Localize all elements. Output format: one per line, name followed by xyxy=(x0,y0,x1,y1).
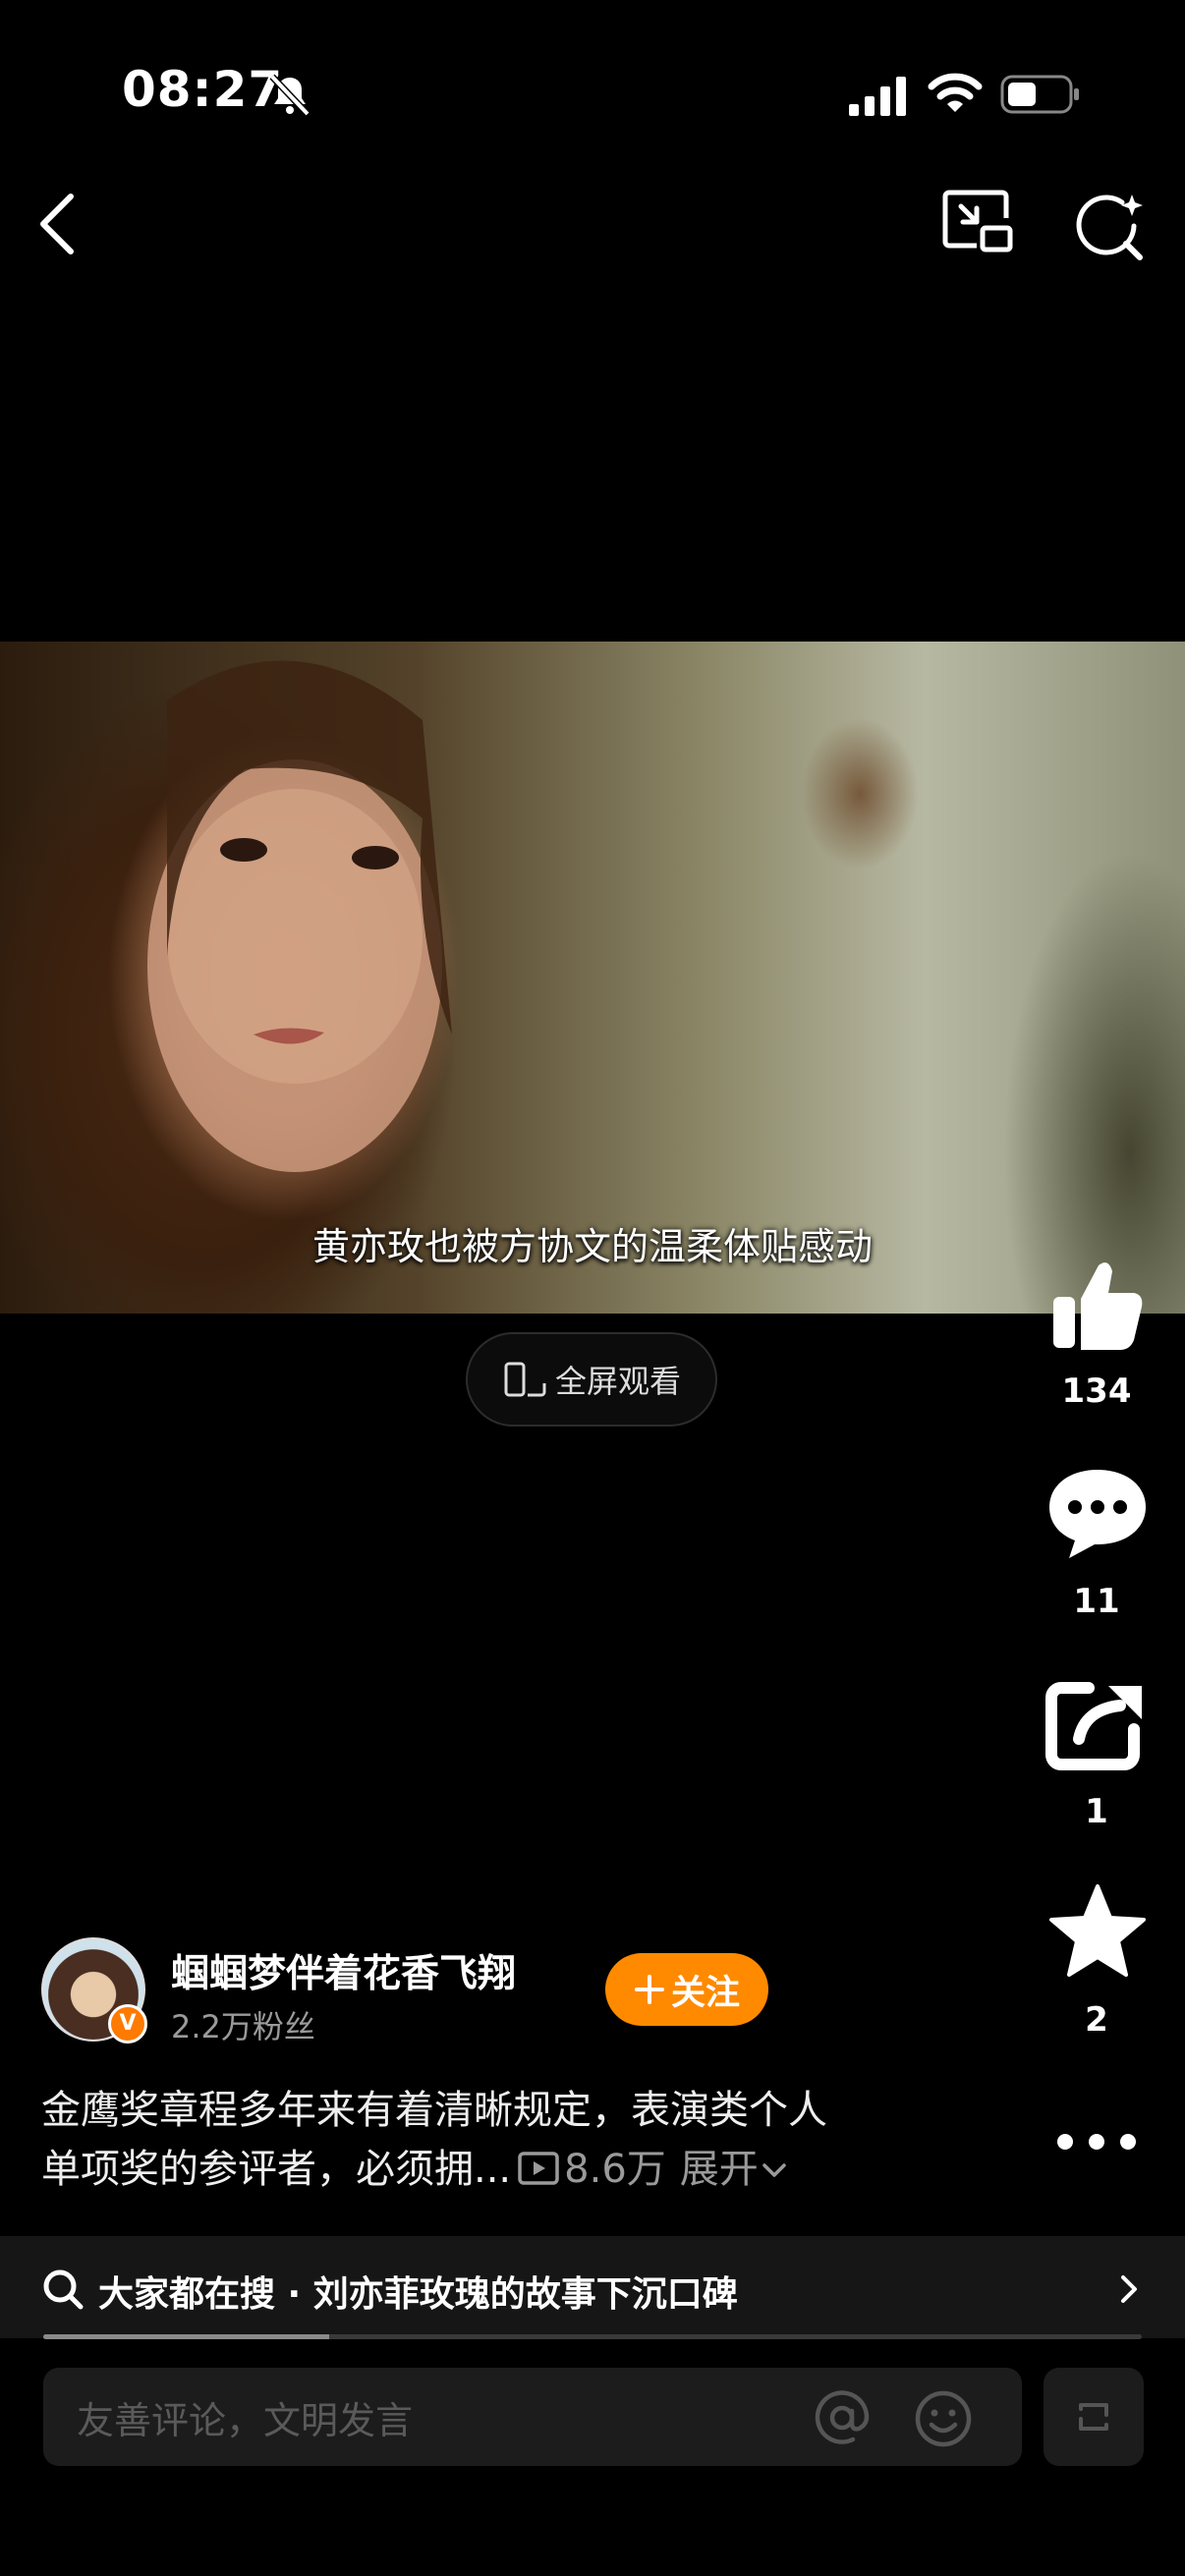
chevron-right-icon[interactable] xyxy=(1114,2273,1144,2305)
author-followers: 2.2万粉丝 xyxy=(171,2008,315,2045)
like-icon[interactable] xyxy=(1040,1256,1156,1354)
fullscreen-label: 全屏观看 xyxy=(554,1363,681,1400)
comment-count: 11 xyxy=(1073,1582,1120,1621)
like-count: 134 xyxy=(1061,1372,1132,1411)
description-line-2: 单项奖的参评者，必须拥... xyxy=(41,2147,512,2192)
phone-rotate-icon xyxy=(504,1362,546,1397)
battery-icon xyxy=(1000,75,1079,114)
bell-muted-icon xyxy=(269,74,310,117)
search-icon xyxy=(43,2269,84,2310)
description-line-2-row: 单项奖的参评者，必须拥... 8.6万 展开 xyxy=(41,2140,965,2199)
follow-label: 关注 xyxy=(670,1973,740,2013)
video-progress-bar[interactable] xyxy=(43,2334,1142,2339)
signal-icon xyxy=(849,77,906,116)
comment-icon[interactable] xyxy=(1040,1464,1156,1562)
comment-input[interactable]: 友善评论，文明发言 xyxy=(43,2368,1022,2466)
video-subtitle: 黄亦玫也被方协文的温柔体贴感动 xyxy=(311,1225,873,1268)
verified-badge: V xyxy=(108,2004,147,2044)
pip-icon[interactable] xyxy=(941,189,1016,259)
post-description[interactable]: 金鹰奖章程多年来有着清晰规定，表演类个人 单项奖的参评者，必须拥... 8.6万展… xyxy=(41,2081,965,2199)
favorite-icon[interactable] xyxy=(1040,1882,1156,1981)
back-button[interactable] xyxy=(28,187,92,261)
share-count: 1 xyxy=(1085,1792,1108,1831)
chevron-down-icon xyxy=(762,2163,786,2177)
author-name[interactable]: 蝈蝈梦伴着花香飞翔 xyxy=(171,1943,516,1998)
expand-button[interactable]: 展开 xyxy=(680,2147,759,2192)
wifi-icon xyxy=(928,73,983,112)
video-progress-fill xyxy=(43,2334,329,2339)
fullscreen-button[interactable]: 全屏观看 xyxy=(466,1332,717,1427)
plus-icon xyxy=(634,1975,664,2004)
video-frame-image xyxy=(147,660,452,1172)
hot-search-text[interactable]: 大家都在搜 · 刘亦菲玫瑰的故事下沉口碑 xyxy=(98,2266,738,2317)
expand-icon xyxy=(1079,2403,1108,2431)
play-icon xyxy=(518,2152,559,2185)
video-player[interactable] xyxy=(0,642,1185,1314)
follow-button[interactable]: 关注 xyxy=(605,1953,768,2026)
ai-search-icon[interactable] xyxy=(1071,189,1146,263)
play-count: 8.6万 xyxy=(564,2147,666,2192)
favorite-count: 2 xyxy=(1085,2000,1108,2040)
at-icon[interactable] xyxy=(814,2389,871,2446)
share-icon[interactable] xyxy=(1040,1676,1156,1774)
expand-input-button[interactable] xyxy=(1044,2368,1144,2466)
description-line-1: 金鹰奖章程多年来有着清晰规定，表演类个人 xyxy=(41,2088,827,2133)
more-icon[interactable] xyxy=(1049,2112,1144,2171)
emoji-icon[interactable] xyxy=(914,2389,973,2448)
status-time: 08:27 xyxy=(122,61,284,118)
